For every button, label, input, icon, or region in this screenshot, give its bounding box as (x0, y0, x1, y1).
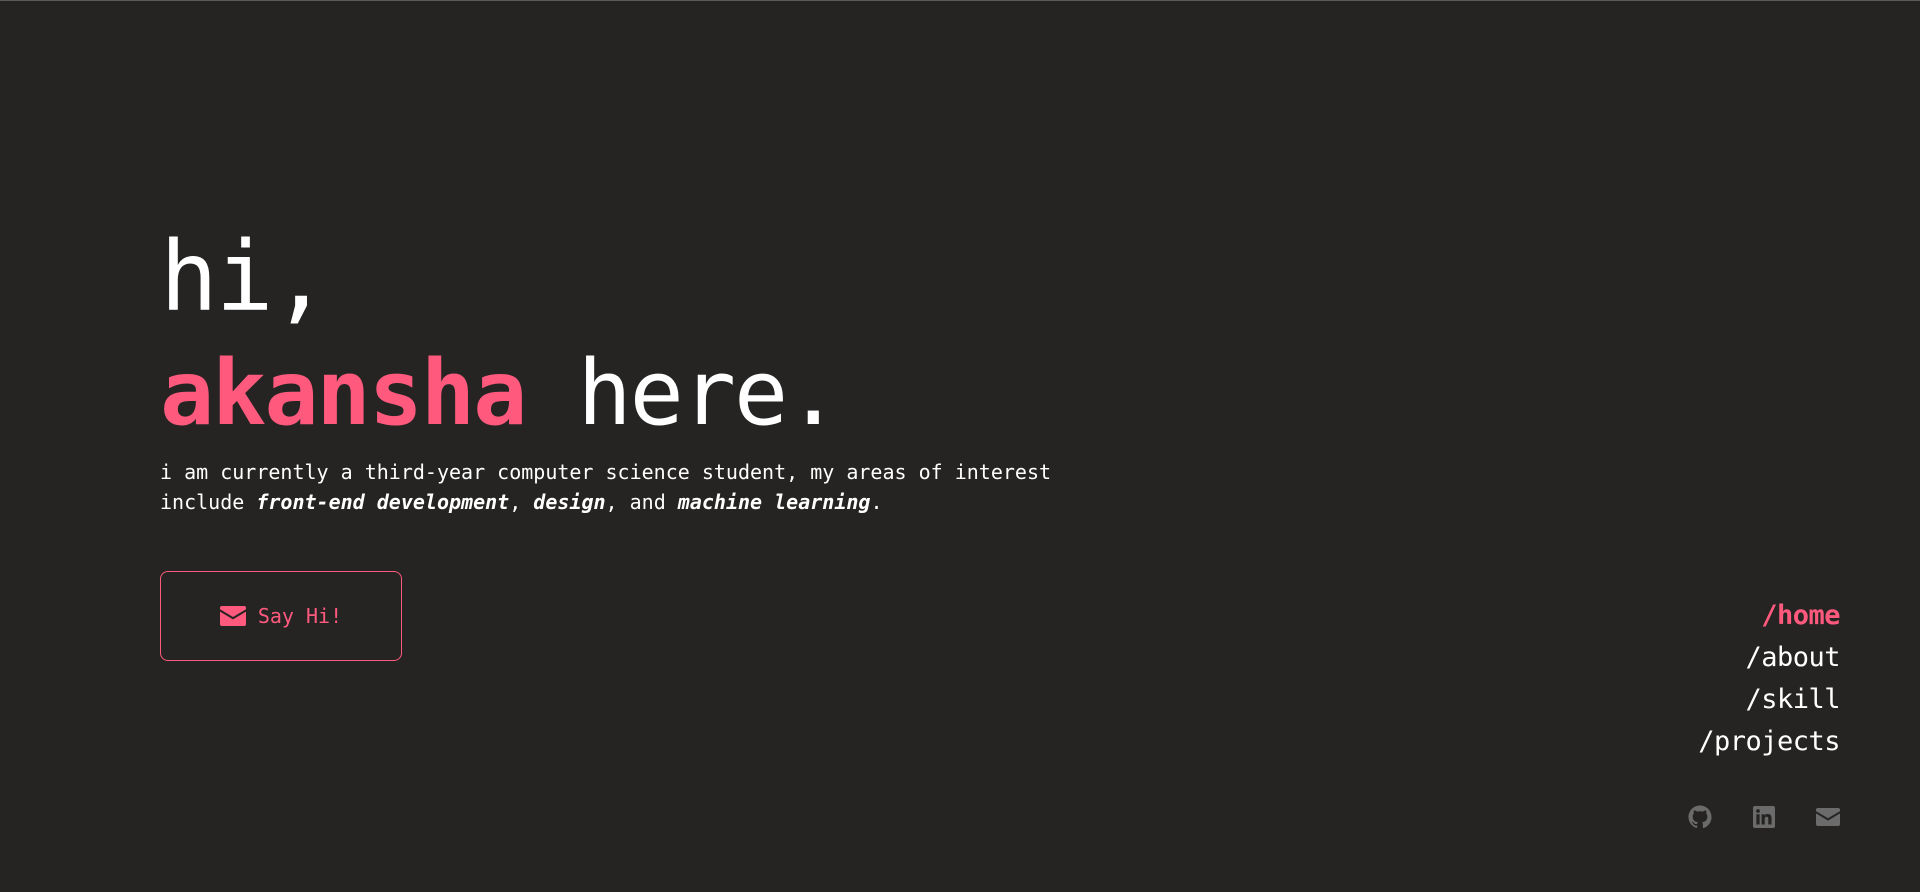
interest-design: design (533, 490, 606, 514)
intro-separator: , and (605, 490, 678, 514)
name-highlight: akansha (160, 341, 527, 446)
nav-item-skill[interactable]: /skill (1698, 679, 1840, 721)
main-nav: /home /about /skill /projects (1698, 595, 1840, 763)
github-icon[interactable] (1688, 805, 1712, 829)
name-suffix: here. (525, 341, 840, 446)
social-links (1688, 805, 1840, 829)
intro-end: . (870, 490, 883, 514)
envelope-icon (219, 606, 246, 626)
nav-item-home[interactable]: /home (1698, 595, 1840, 637)
hero-section: hi, akansha here. i am currently a third… (160, 229, 1160, 517)
envelope-icon[interactable] (1816, 805, 1840, 829)
nav-item-about[interactable]: /about (1698, 637, 1840, 679)
interest-frontend: front-end development (256, 490, 510, 514)
intro-separator: , (509, 490, 534, 514)
interest-ml: machine learning (677, 490, 871, 514)
nav-item-projects[interactable]: /projects (1698, 721, 1840, 763)
greeting-heading: hi, (160, 221, 329, 333)
say-hi-button[interactable]: Say Hi! (160, 571, 402, 661)
intro-text: i am currently a third-year computer sci… (160, 457, 1060, 517)
name-heading: akansha here. (160, 349, 1160, 441)
linkedin-icon[interactable] (1752, 805, 1776, 829)
say-hi-label: Say Hi! (257, 604, 343, 628)
